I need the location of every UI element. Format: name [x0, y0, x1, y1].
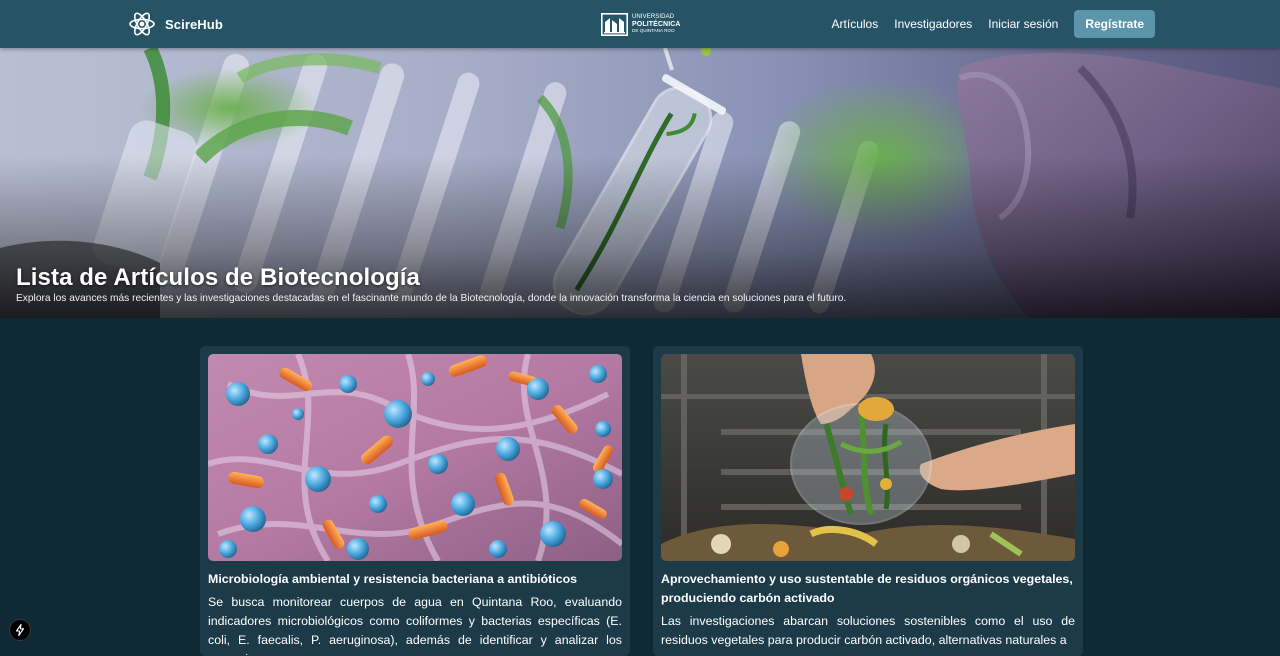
- article-image-compost[interactable]: [661, 354, 1075, 561]
- top-navbar: ScireHub UNIVERSIDAD POLITÉCNICA DE QUIN…: [0, 0, 1280, 48]
- university-logo: UNIVERSIDAD POLITÉCNICA DE QUINTANA ROO: [601, 9, 681, 39]
- university-line-2: POLITÉCNICA: [632, 21, 681, 29]
- brand-name: ScireHub: [165, 16, 223, 32]
- page-subtitle: Explora los avances más recientes y las …: [16, 293, 847, 304]
- atom-icon: [129, 12, 155, 36]
- register-button[interactable]: Regístrate: [1074, 10, 1155, 38]
- nav-login-link[interactable]: Iniciar sesión: [988, 17, 1058, 31]
- nav-articles-link[interactable]: Artículos: [832, 17, 879, 31]
- article-card[interactable]: Microbiología ambiental y resistencia ba…: [200, 346, 630, 656]
- article-card[interactable]: Aprovechamiento y uso sustentable de res…: [653, 346, 1083, 656]
- lightning-icon: [15, 624, 25, 636]
- article-image-bacteria[interactable]: [208, 354, 622, 561]
- article-title[interactable]: Microbiología ambiental y resistencia ba…: [208, 570, 622, 589]
- hero-banner: Lista de Artículos de Biotecnología Expl…: [0, 48, 1280, 318]
- article-excerpt: Se busca monitorear cuerpos de agua en Q…: [208, 595, 622, 656]
- brand-home-link[interactable]: ScireHub: [128, 9, 223, 39]
- nav-researchers-link[interactable]: Investigadores: [894, 17, 972, 31]
- university-line-1: UNIVERSIDAD: [632, 14, 675, 21]
- nav-links: Artículos Investigadores Iniciar sesión …: [832, 10, 1155, 38]
- university-emblem-icon: [601, 12, 628, 36]
- article-title[interactable]: Aprovechamiento y uso sustentable de res…: [661, 570, 1075, 608]
- article-excerpt: Las investigaciones abarcan soluciones s…: [661, 614, 1075, 647]
- page-title: Lista de Artículos de Biotecnología: [16, 264, 420, 291]
- devtools-button[interactable]: [9, 619, 31, 641]
- university-line-3: DE QUINTANA ROO: [632, 28, 675, 34]
